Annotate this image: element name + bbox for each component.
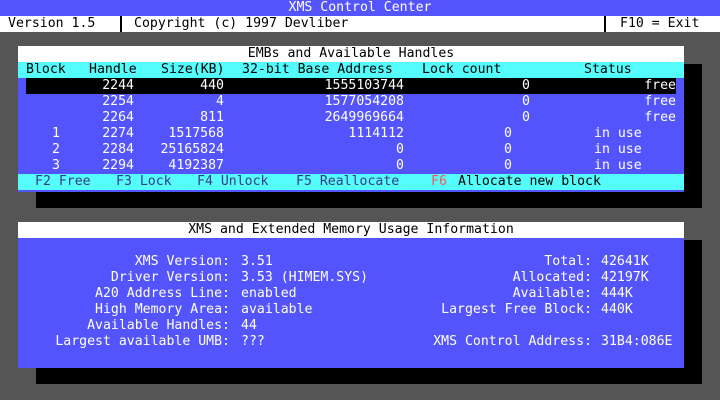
copyright-label: Copyright (c) 1997 Devliber: [134, 16, 349, 31]
size-cell: 4192387: [168, 158, 224, 173]
table-row[interactable]: 3 2294 4192387 0 0 in use: [26, 158, 676, 174]
f5-reallocate-key[interactable]: F5 Reallocate: [296, 174, 399, 190]
column-header-handle: Handle: [89, 62, 137, 77]
info-value: enabled: [241, 286, 297, 301]
lock-count-cell: 0: [504, 126, 512, 141]
base-address-cell: 1114112: [348, 126, 404, 141]
version-label: Version 1.5: [8, 16, 96, 31]
block-cell: 2: [52, 142, 60, 157]
emb-panel: EMBs and Available Handles Block Handle …: [18, 46, 684, 192]
table-row[interactable]: 2254 4 1577054208 0 free: [26, 94, 676, 110]
info-label: High Memory Area:: [95, 302, 230, 317]
info-value: 3.53 (HIMEM.SYS): [241, 270, 369, 285]
info-value: 31B4:086E: [601, 334, 673, 349]
block-cell: 1: [52, 126, 60, 141]
info-label: A20 Address Line:: [95, 286, 230, 301]
lock-count-cell: 0: [504, 142, 512, 157]
handle-cell: 2284: [102, 142, 134, 157]
table-row[interactable]: 2244 440 1555103744 0 free: [26, 78, 676, 94]
info-label: Largest Free Block:: [441, 302, 592, 317]
column-header-block: Block: [26, 62, 66, 77]
column-header-status: Status: [584, 62, 632, 77]
table-row[interactable]: 2 2284 25165824 0 0 in use: [26, 142, 676, 158]
lock-count-cell: 0: [522, 78, 530, 93]
info-label: XMS Version:: [134, 254, 230, 269]
f4-unlock-key[interactable]: F4 Unlock: [197, 174, 268, 190]
xms-panel-title: XMS and Extended Memory Usage Informatio…: [18, 222, 684, 238]
base-address-cell: 1555103744: [324, 78, 404, 93]
f6-key[interactable]: F6: [431, 174, 447, 190]
window-title-bar: XMS Control Center: [0, 0, 720, 16]
handle-cell: 2254: [102, 94, 134, 109]
info-label: Allocated:: [512, 270, 592, 285]
status-cell: in use: [594, 126, 642, 141]
top-status-bar: Version 1.5 Copyright (c) 1997 Devliber …: [0, 16, 720, 32]
base-address-cell: 0: [396, 142, 404, 157]
function-key-bar: F2 Free F3 Lock F4 Unlock F5 Reallocate …: [18, 174, 684, 190]
info-value: available: [241, 302, 313, 317]
size-cell: 1517568: [168, 126, 224, 141]
separator: [604, 16, 606, 32]
info-label: Driver Version:: [110, 270, 230, 285]
info-value: 3.51: [241, 254, 273, 269]
size-cell: 25165824: [160, 142, 224, 157]
emb-table-header: Block Handle Size(KB) 32-bit Base Addres…: [18, 62, 684, 78]
table-row[interactable]: 1 2274 1517568 1114112 0 in use: [26, 126, 676, 142]
status-cell: free: [644, 78, 676, 93]
app-title: XMS Control Center: [288, 0, 432, 15]
info-label: Total:: [544, 254, 592, 269]
info-label: Available:: [512, 286, 592, 301]
f3-lock-key[interactable]: F3 Lock: [116, 174, 172, 190]
info-value: ???: [241, 334, 265, 349]
info-value: 444K: [601, 286, 633, 301]
info-label: Largest available UMB:: [55, 334, 230, 349]
handle-cell: 2274: [102, 126, 134, 141]
base-address-cell: 1577054208: [324, 94, 404, 109]
info-label: Available Handles:: [87, 318, 230, 333]
base-address-cell: 0: [396, 158, 404, 173]
info-value: 42641K: [601, 254, 649, 269]
base-address-cell: 2649969664: [324, 110, 404, 125]
size-cell: 811: [200, 110, 224, 125]
status-cell: in use: [594, 142, 642, 157]
status-cell: in use: [594, 158, 642, 173]
column-header-base-address: 32-bit Base Address: [242, 62, 393, 77]
exit-hint[interactable]: F10 = Exit: [620, 16, 699, 32]
column-header-lock-count: Lock count: [422, 62, 502, 77]
table-row[interactable]: 2264 811 2649969664 0 free: [26, 110, 676, 126]
column-header-size: Size(KB): [161, 62, 225, 77]
handle-cell: 2294: [102, 158, 134, 173]
status-cell: free: [644, 94, 676, 109]
handle-cell: 2244: [102, 78, 134, 93]
separator: [120, 16, 122, 32]
block-cell: 3: [52, 158, 60, 173]
f6-allocate-label[interactable]: Allocate new block: [458, 174, 601, 190]
emb-panel-title: EMBs and Available Handles: [18, 46, 684, 62]
status-cell: free: [644, 110, 676, 125]
lock-count-cell: 0: [504, 158, 512, 173]
info-value: 42197K: [601, 270, 649, 285]
size-cell: 4: [216, 94, 224, 109]
info-label: XMS Control Address:: [433, 334, 592, 349]
info-value: 44: [241, 318, 257, 333]
f2-free-key[interactable]: F2 Free: [35, 174, 91, 190]
lock-count-cell: 0: [522, 94, 530, 109]
handle-cell: 2264: [102, 110, 134, 125]
info-value: 440K: [601, 302, 633, 317]
lock-count-cell: 0: [522, 110, 530, 125]
xms-info-panel: XMS and Extended Memory Usage Informatio…: [18, 222, 684, 368]
size-cell: 440: [200, 78, 224, 93]
